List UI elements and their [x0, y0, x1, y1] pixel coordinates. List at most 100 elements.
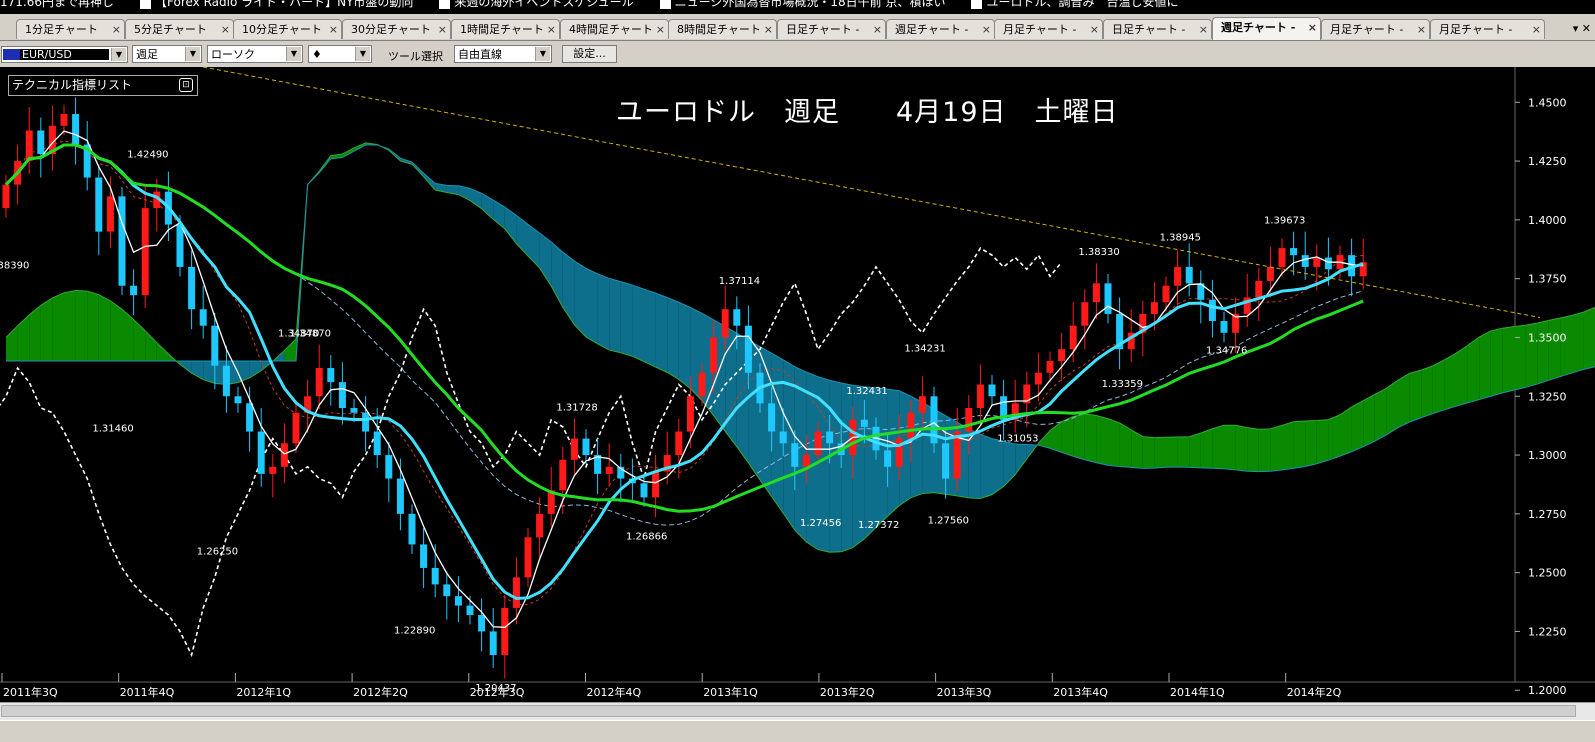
candle-body: [698, 372, 706, 397]
tab-chart-12[interactable]: 月足チャート - ×: [1321, 19, 1430, 39]
tab-chart-1[interactable]: 5分足チャート ×: [125, 19, 234, 39]
tab-chart-9[interactable]: 月足チャート - ×: [994, 19, 1103, 39]
close-icon[interactable]: ×: [112, 20, 121, 39]
chart-style-value: ローソク: [211, 48, 255, 61]
close-icon[interactable]: ×: [438, 20, 447, 39]
chevron-down-icon: ▼: [535, 47, 550, 61]
candle-body: [396, 478, 404, 514]
ichimoku-cloud-segment: [864, 386, 876, 539]
ichimoku-cloud-segment: [1096, 415, 1108, 466]
indicator-list-label: テクニカル指標リスト: [12, 78, 133, 92]
candle-body: [338, 382, 346, 409]
ichimoku-cloud-segment: [1328, 414, 1340, 461]
tab-label: 5分足チャート: [134, 23, 207, 36]
candle-body: [489, 631, 497, 655]
candle-body: [570, 438, 578, 460]
close-icon[interactable]: ×: [1199, 20, 1208, 39]
settings-button[interactable]: 設定...: [562, 45, 617, 63]
ichimoku-cloud-segment: [609, 278, 621, 353]
horizontal-scrollbar[interactable]: [0, 702, 1595, 720]
candle-body: [1208, 299, 1216, 321]
news-item[interactable]: 【Forex Radio ライド・ハード】NY市盤の動向: [140, 0, 413, 9]
tab-chart-11[interactable]: 週足チャート - ×: [1212, 17, 1321, 40]
tab-chart-6[interactable]: 8時間足チャート ×: [668, 19, 777, 39]
candle-body: [1313, 257, 1321, 267]
y-axis-tick-label: 1.3500: [1528, 331, 1567, 344]
chart-tab-bar: 1分足チャート × 5分足チャート × 10分足チャート × 30分足チャート × 1時間足チャ…: [0, 14, 1595, 41]
tool-select[interactable]: 自由直線 ▼: [454, 45, 552, 63]
close-icon[interactable]: ×: [1308, 18, 1317, 38]
close-icon[interactable]: ×: [1090, 20, 1099, 39]
ichimoku-cloud-segment: [841, 383, 853, 552]
tab-label: 8時間足チャート: [677, 23, 761, 36]
candle-body: [501, 607, 509, 655]
tab-chart-0[interactable]: 1分足チャート ×: [16, 19, 125, 39]
tab-chart-3[interactable]: 30分足チャート ×: [342, 19, 451, 39]
ichimoku-cloud-segment: [75, 290, 88, 361]
document-icon: [439, 0, 451, 9]
candle-body: [246, 403, 254, 432]
chart-canvas[interactable]: 1.455001.383901.424901.314601.262501.348…: [0, 67, 1595, 702]
symbol-select[interactable]: EUR/USD ▼: [1, 46, 128, 63]
close-icon[interactable]: ×: [547, 20, 556, 39]
y-axis-tick-label: 1.4250: [1528, 155, 1567, 168]
ichimoku-cloud-segment: [145, 330, 157, 361]
news-item[interactable]: ニュージ外国為替市場概況・18日午前 京、積ほい: [659, 0, 945, 9]
candle-body: [652, 471, 660, 498]
candle-body: [1255, 281, 1263, 298]
chevron-down-icon: ▼: [355, 47, 370, 61]
candle-body: [130, 285, 138, 296]
candle-body: [199, 309, 207, 326]
price-label: 1.34776: [1206, 346, 1247, 357]
close-icon[interactable]: ×: [656, 20, 665, 39]
x-axis-tick-label: 2012年3Q: [470, 685, 525, 699]
document-icon: [140, 0, 151, 9]
candle-body: [733, 309, 741, 326]
candle-body: [582, 438, 590, 456]
candle-body: [779, 431, 787, 444]
price-label: 1.26250: [197, 546, 238, 557]
ichimoku-cloud-segment: [1235, 425, 1248, 472]
candle-body: [176, 224, 184, 267]
scrollbar-thumb[interactable]: [1, 705, 1576, 717]
ichimoku-cloud-segment: [1282, 421, 1294, 470]
news-item[interactable]: 来週の海外イベントスケジュール: [439, 0, 634, 9]
tab-chart-7[interactable]: 日足チャート - ×: [777, 19, 886, 39]
news-item[interactable]: ユーロドル、調音み 台温し安値に: [971, 0, 1178, 9]
y-axis-tick-label: 1.3000: [1528, 449, 1567, 462]
price-chart[interactable]: 1.455001.383901.424901.314601.262501.348…: [0, 67, 1595, 702]
tab-chart-4[interactable]: 1時間足チャート ×: [451, 19, 560, 39]
close-icon[interactable]: ×: [329, 20, 338, 39]
candle-body: [1034, 372, 1042, 385]
close-icon[interactable]: ×: [982, 20, 991, 39]
chart-style-select[interactable]: ローソク ▼: [207, 45, 303, 63]
price-label: 1.42490: [127, 149, 168, 160]
news-item[interactable]: 171.66円まで再神じ: [0, 0, 114, 9]
candle-body: [315, 368, 323, 397]
ichimoku-cloud-segment: [98, 294, 111, 361]
indicator-list-panel[interactable]: テクニカル指標リスト ⊡: [8, 75, 198, 96]
close-icon[interactable]: ×: [873, 20, 882, 39]
y-axis-tick-label: 1.2000: [1528, 684, 1567, 697]
close-icon[interactable]: ×: [764, 20, 773, 39]
close-icon[interactable]: ×: [221, 20, 230, 39]
close-icon[interactable]: ×: [1417, 20, 1426, 39]
tab-chart-10[interactable]: 日足チャート - ×: [1103, 19, 1212, 39]
tab-chart-13[interactable]: 月足チャート - ×: [1430, 19, 1545, 39]
close-icon[interactable]: ×: [1532, 20, 1541, 39]
period-value: 週足: [136, 48, 158, 61]
line-style-select[interactable]: ♦ ▼: [308, 45, 372, 63]
candle-body: [1290, 248, 1298, 256]
candle-body: [918, 396, 926, 413]
candle-body: [710, 337, 718, 373]
tab-chart-8[interactable]: 週足チャート - ×: [886, 19, 995, 39]
candle-body: [605, 466, 613, 474]
close-icon[interactable]: ⊡: [179, 78, 193, 92]
period-select[interactable]: 週足 ▼: [132, 45, 202, 63]
tab-chart-2[interactable]: 10分足チャート ×: [233, 19, 342, 39]
tab-chart-5[interactable]: 4時間足チャート ×: [560, 19, 669, 39]
ichimoku-cloud-segment: [1409, 370, 1422, 422]
candle-body: [1162, 285, 1170, 303]
tab-bar-controls[interactable]: ▾ ✕: [1573, 22, 1591, 35]
y-axis-tick-label: 1.4000: [1528, 214, 1567, 227]
